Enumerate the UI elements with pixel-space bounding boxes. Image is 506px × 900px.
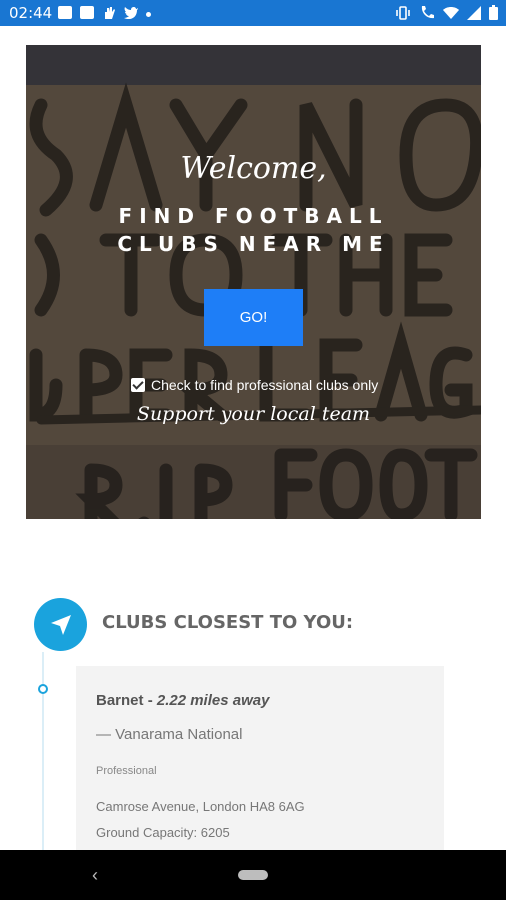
go-button[interactable]: GO! xyxy=(204,289,303,346)
call-icon xyxy=(419,5,435,25)
headline-line-1: FIND FOOTBALL xyxy=(118,204,389,228)
vibrate-icon xyxy=(395,5,411,25)
welcome-text: Welcome, xyxy=(180,151,327,186)
back-icon[interactable]: ‹ xyxy=(92,865,98,886)
club-name: Barnet xyxy=(96,692,144,709)
checkbox-label: Check to find professional clubs only xyxy=(151,377,379,393)
professional-only-checkbox-row[interactable]: Check to find professional clubs only xyxy=(131,377,378,393)
dot-icon xyxy=(146,12,151,17)
headline-line-2: CLUBS NEAR ME xyxy=(117,232,390,256)
location-arrow-icon xyxy=(34,598,87,651)
navigation-bar: ‹ xyxy=(0,850,506,900)
signal-icon xyxy=(467,5,481,25)
club-address: Camrose Avenue, London HA8 6AG xyxy=(96,799,305,814)
notification-icons xyxy=(58,6,151,20)
club-title: Barnet - 2.22 miles away xyxy=(96,692,270,709)
system-icons xyxy=(395,5,498,25)
home-pill-icon[interactable] xyxy=(238,870,268,880)
twitter-icon xyxy=(124,6,138,20)
image-icon xyxy=(58,6,72,19)
hero-banner: Welcome, FIND FOOTBALL CLUBS NEAR ME GO!… xyxy=(26,45,481,519)
professional-only-checkbox[interactable] xyxy=(131,378,145,392)
club-league: — Vanarama National xyxy=(96,726,243,743)
club-type: Professional xyxy=(96,765,157,777)
status-bar: 02:44 xyxy=(0,0,506,26)
support-tagline: Support your local team xyxy=(136,403,371,425)
battery-icon xyxy=(489,5,498,25)
message-icon xyxy=(80,6,94,19)
timeline-line xyxy=(42,652,44,852)
hero-headline: FIND FOOTBALL CLUBS NEAR ME xyxy=(26,202,481,258)
section-title: CLUBS CLOSEST TO YOU: xyxy=(102,612,354,633)
hero-overlay xyxy=(26,45,481,519)
status-time: 02:44 xyxy=(9,4,53,22)
club-capacity: Ground Capacity: 6205 xyxy=(96,825,230,840)
wifi-icon xyxy=(443,6,459,25)
club-card[interactable]: Barnet - 2.22 miles away — Vanarama Nati… xyxy=(76,666,444,856)
club-distance: 2.22 miles away xyxy=(156,692,270,709)
hand-icon xyxy=(102,6,116,19)
timeline-dot xyxy=(38,684,48,694)
